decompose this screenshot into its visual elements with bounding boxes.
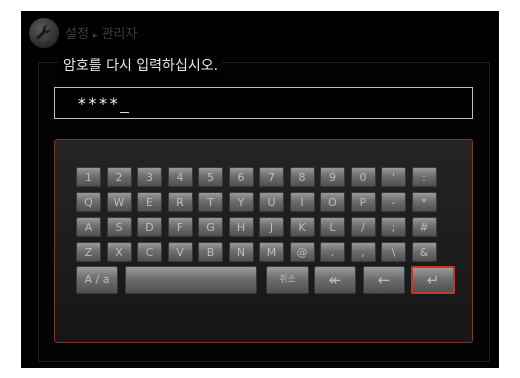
key-0-9[interactable]: 0 bbox=[350, 167, 376, 187]
password-field[interactable]: **** bbox=[54, 87, 473, 119]
password-mask: **** bbox=[77, 94, 120, 113]
key-0-3[interactable]: 4 bbox=[167, 167, 193, 187]
key-2-8[interactable]: L bbox=[320, 217, 345, 237]
key-1-3[interactable]: R bbox=[167, 192, 193, 212]
key-3-9[interactable]: , bbox=[350, 242, 376, 262]
key-0-6[interactable]: 7 bbox=[259, 167, 284, 187]
key-3-5[interactable]: N bbox=[228, 242, 254, 262]
key-3-11[interactable]: & bbox=[411, 242, 437, 262]
tv-screen: 설정 ▸ 관리자 암호를 다시 입력하십시오. **** 1 2 3 4 5 6 7 8 9 0 ': Q… bbox=[21, 11, 499, 368]
key-1-11[interactable]: * bbox=[411, 192, 437, 212]
key-0-0[interactable]: 1 bbox=[76, 167, 101, 187]
header: 설정 ▸ 관리자 bbox=[21, 11, 499, 51]
key-0-1[interactable]: 2 bbox=[106, 167, 132, 187]
text-caret bbox=[119, 97, 129, 113]
key-1-0[interactable]: Q bbox=[76, 192, 101, 212]
onscreen-keyboard: 1 2 3 4 5 6 7 8 9 0 ': Q W E R T Y U I O P - * A S D F G H J K L /; # Z X C V… bbox=[54, 139, 473, 343]
key-2-9[interactable]: / bbox=[350, 217, 376, 237]
wrench-icon bbox=[29, 18, 59, 48]
key-1-7[interactable]: I bbox=[289, 192, 315, 212]
key-0-10[interactable]: ' bbox=[381, 167, 406, 187]
key-3-0[interactable]: Z bbox=[76, 242, 101, 262]
key-0-8[interactable]: 9 bbox=[320, 167, 345, 187]
breadcrumb: 설정 ▸ 관리자 bbox=[65, 23, 137, 42]
key-3-2[interactable]: C bbox=[137, 242, 162, 262]
key-2-3[interactable]: F bbox=[167, 217, 193, 237]
password-value: **** bbox=[77, 94, 129, 113]
key-0-2[interactable]: 3 bbox=[137, 167, 162, 187]
enter-key[interactable]: ↵ bbox=[411, 266, 455, 294]
cancel-key[interactable]: 취소 bbox=[266, 266, 309, 294]
key-0-4[interactable]: 5 bbox=[198, 167, 223, 187]
backspace-key[interactable]: ← bbox=[363, 266, 405, 294]
key-2-5[interactable]: H bbox=[228, 217, 254, 237]
key-2-11[interactable]: # bbox=[411, 217, 437, 237]
key-2-2[interactable]: D bbox=[137, 217, 162, 237]
key-0-5[interactable]: 6 bbox=[228, 167, 254, 187]
breadcrumb-admin: 관리자 bbox=[101, 27, 138, 42]
breadcrumb-separator: ▸ bbox=[92, 31, 98, 41]
shift-key[interactable]: A / a bbox=[76, 266, 118, 294]
key-0-11[interactable]: : bbox=[411, 167, 437, 187]
key-0-7[interactable]: 8 bbox=[289, 167, 315, 187]
key-3-8[interactable]: . bbox=[320, 242, 345, 262]
dialog-prompt: 암호를 다시 입력하십시오. bbox=[59, 55, 223, 75]
key-2-6[interactable]: J bbox=[259, 217, 284, 237]
key-1-10[interactable]: - bbox=[381, 192, 406, 212]
key-1-5[interactable]: Y bbox=[228, 192, 254, 212]
breadcrumb-settings: 설정 bbox=[65, 27, 89, 42]
key-2-1[interactable]: S bbox=[106, 217, 132, 237]
key-1-9[interactable]: P bbox=[350, 192, 376, 212]
key-3-7[interactable]: @ bbox=[289, 242, 315, 262]
key-2-4[interactable]: G bbox=[198, 217, 223, 237]
key-1-6[interactable]: U bbox=[259, 192, 284, 212]
space-key[interactable] bbox=[125, 266, 257, 294]
key-1-8[interactable]: O bbox=[320, 192, 345, 212]
key-3-10[interactable]: \ bbox=[381, 242, 406, 262]
key-1-1[interactable]: W bbox=[106, 192, 132, 212]
key-2-7[interactable]: K bbox=[289, 217, 315, 237]
key-3-3[interactable]: V bbox=[167, 242, 193, 262]
clear-all-key[interactable]: ↞ bbox=[314, 266, 356, 294]
key-3-4[interactable]: B bbox=[198, 242, 223, 262]
key-2-10[interactable]: ; bbox=[381, 217, 406, 237]
key-1-2[interactable]: E bbox=[137, 192, 162, 212]
key-3-6[interactable]: M bbox=[259, 242, 284, 262]
key-2-0[interactable]: A bbox=[76, 217, 101, 237]
key-3-1[interactable]: X bbox=[106, 242, 132, 262]
key-1-4[interactable]: T bbox=[198, 192, 223, 212]
